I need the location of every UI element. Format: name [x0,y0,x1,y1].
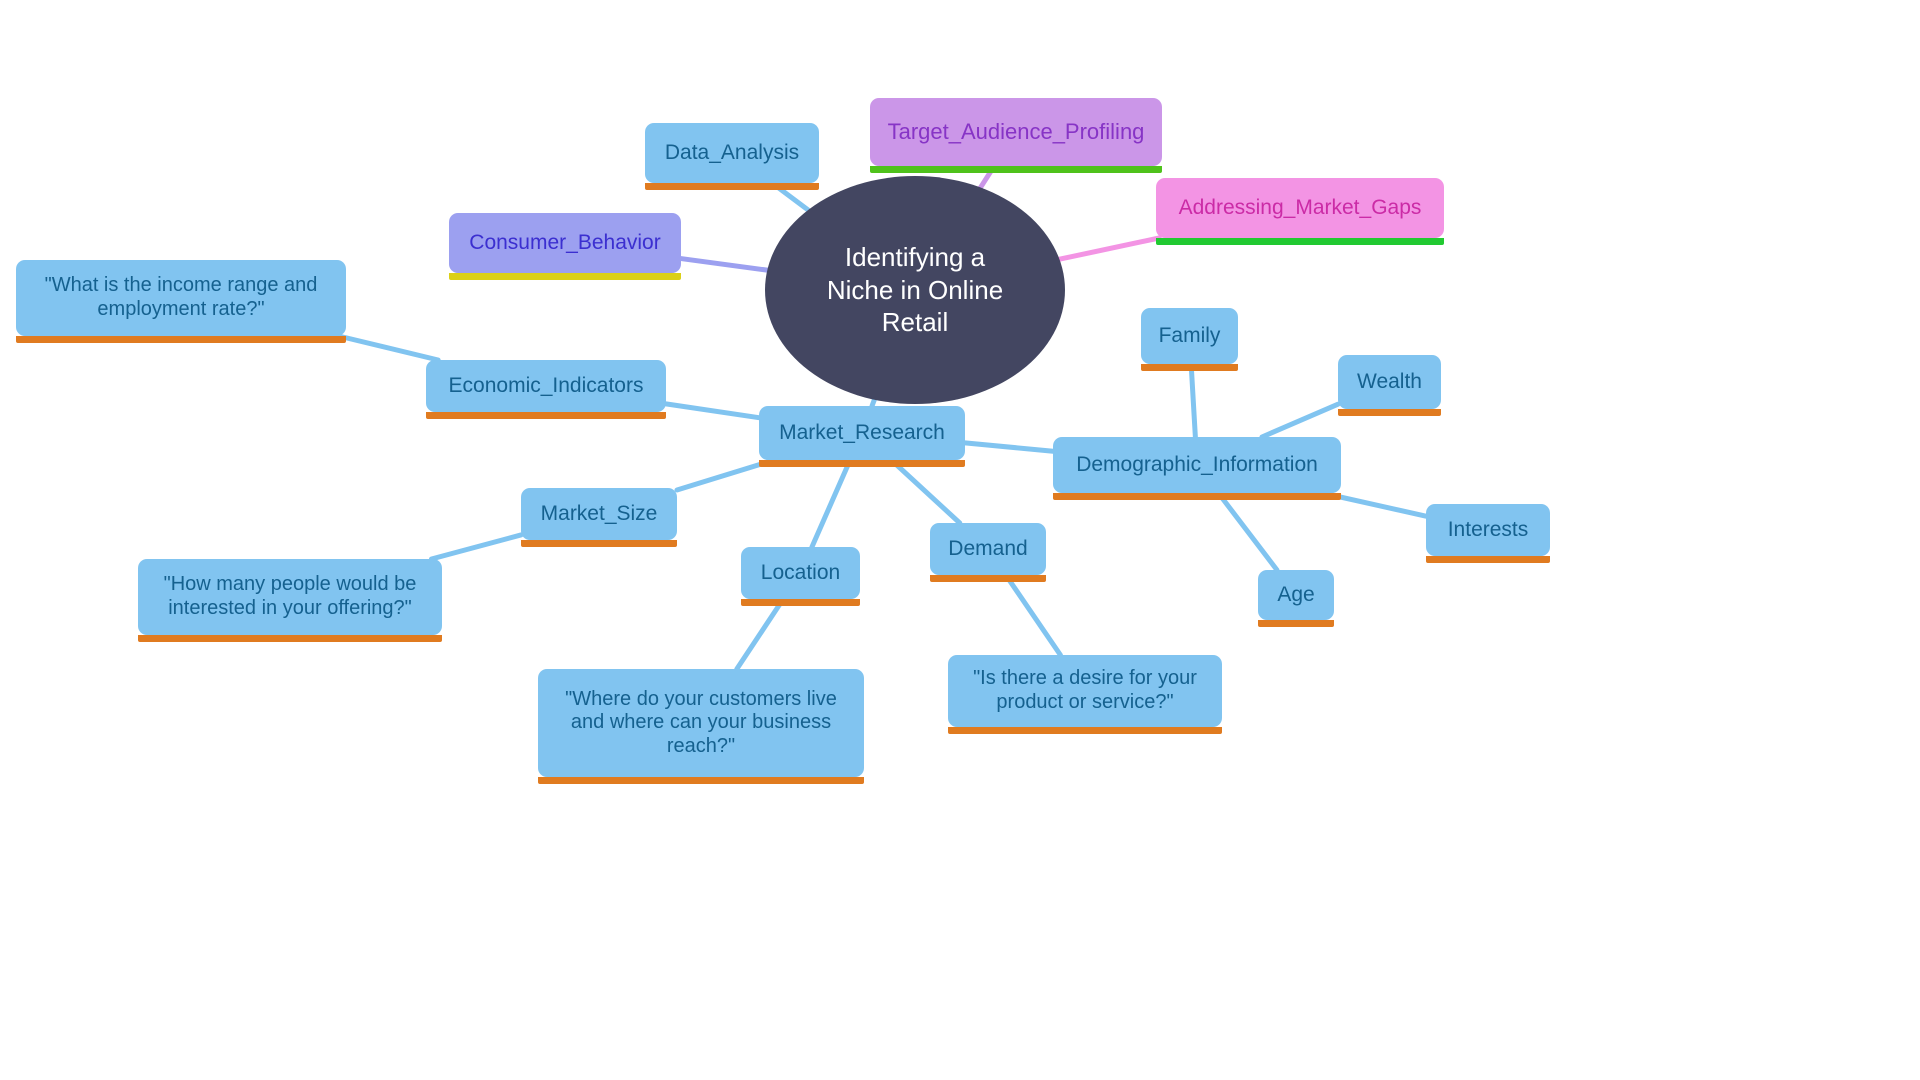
node-location_question[interactable]: "Where do your customers live and where … [538,669,864,784]
node-label-market_size: Market_Size [540,501,658,525]
node-economic_indicators[interactable]: Economic_Indicators [426,360,666,419]
node-label-consumer_behavior: Consumer_Behavior [469,230,661,254]
central-topic-label: Identifying a Niche in Online Retail [826,242,1004,338]
mindmap-canvas: Identifying a Niche in Online Retail Dat… [0,0,1920,1080]
node-market_size[interactable]: Market_Size [521,488,677,547]
node-addressing_gaps[interactable]: Addressing_Market_Gaps [1156,178,1444,245]
node-market_research[interactable]: Market_Research [759,406,965,467]
node-accent-underline-economic_indicators [426,412,666,419]
node-accent-underline-addressing_gaps [1156,238,1444,245]
node-label-addressing_gaps: Addressing_Market_Gaps [1178,195,1422,219]
edge-demographic_info-to-age [1215,490,1280,573]
edge-location-to-location_question [734,596,786,672]
node-accent-underline-market_size_question [138,635,442,642]
node-accent-underline-demand [930,575,1046,582]
node-interests[interactable]: Interests [1426,504,1550,563]
node-accent-underline-location [741,599,860,606]
node-accent-underline-family [1141,364,1238,371]
node-accent-underline-market_research [759,460,965,467]
node-label-interests: Interests [1447,517,1529,541]
node-label-market_size_question: "How many people would be interested in … [163,573,417,619]
node-label-location_question: "Where do your customers live and where … [565,687,837,757]
node-wealth[interactable]: Wealth [1338,355,1441,416]
node-label-age: Age [1277,582,1315,606]
node-consumer_behavior[interactable]: Consumer_Behavior [449,213,681,280]
node-label-demand_question: "Is there a desire for your product or s… [973,667,1197,713]
node-location[interactable]: Location [741,547,860,606]
node-age[interactable]: Age [1258,570,1334,627]
edge-market_research-to-location [809,457,853,550]
central-topic-node[interactable]: Identifying a Niche in Online Retail [765,176,1065,404]
edge-demographic_info-to-family [1188,361,1198,440]
node-label-market_research: Market_Research [779,420,945,444]
edge-market_research-to-demographic_info [962,440,1056,454]
edge-market_research-to-economic_indicators [663,401,762,421]
node-label-data_analysis: Data_Analysis [664,140,800,164]
node-accent-underline-target_audience [870,166,1162,173]
node-demand[interactable]: Demand [930,523,1046,582]
node-accent-underline-location_question [538,777,864,784]
node-label-family: Family [1158,323,1221,347]
node-accent-underline-wealth [1338,409,1441,416]
node-accent-underline-data_analysis [645,183,819,190]
node-label-target_audience: Target_Audience_Profiling [887,119,1145,145]
node-label-demand: Demand [948,536,1028,560]
edge-market_size-to-market_size_question [428,532,524,562]
node-label-wealth: Wealth [1357,369,1422,393]
node-label-income_question: "What is the income range and employment… [44,274,318,320]
node-accent-underline-interests [1426,556,1550,563]
node-label-demographic_info: Demographic_Information [1076,452,1318,476]
node-demand_question[interactable]: "Is there a desire for your product or s… [948,655,1222,734]
edge-center-to-addressing_gaps [1056,235,1162,262]
node-accent-underline-age [1258,620,1334,627]
edge-demand-to-demand_question [1003,572,1063,658]
node-demographic_info[interactable]: Demographic_Information [1053,437,1341,500]
node-family[interactable]: Family [1141,308,1238,371]
node-label-economic_indicators: Economic_Indicators [448,373,644,397]
node-accent-underline-income_question [16,336,346,343]
node-income_question[interactable]: "What is the income range and employment… [16,260,346,343]
node-market_size_question[interactable]: "How many people would be interested in … [138,559,442,642]
node-accent-underline-demographic_info [1053,493,1341,500]
edge-demographic_info-to-wealth [1259,401,1341,440]
edge-market_research-to-demand [888,457,963,526]
node-data_analysis[interactable]: Data_Analysis [645,123,819,190]
node-label-location: Location [760,560,841,584]
node-target_audience[interactable]: Target_Audience_Profiling [870,98,1162,173]
node-accent-underline-market_size [521,540,677,547]
node-accent-underline-consumer_behavior [449,273,681,280]
edge-center-to-consumer_behavior [678,256,770,273]
edge-economic_indicators-to-income_question [336,333,441,363]
node-accent-underline-demand_question [948,727,1222,734]
